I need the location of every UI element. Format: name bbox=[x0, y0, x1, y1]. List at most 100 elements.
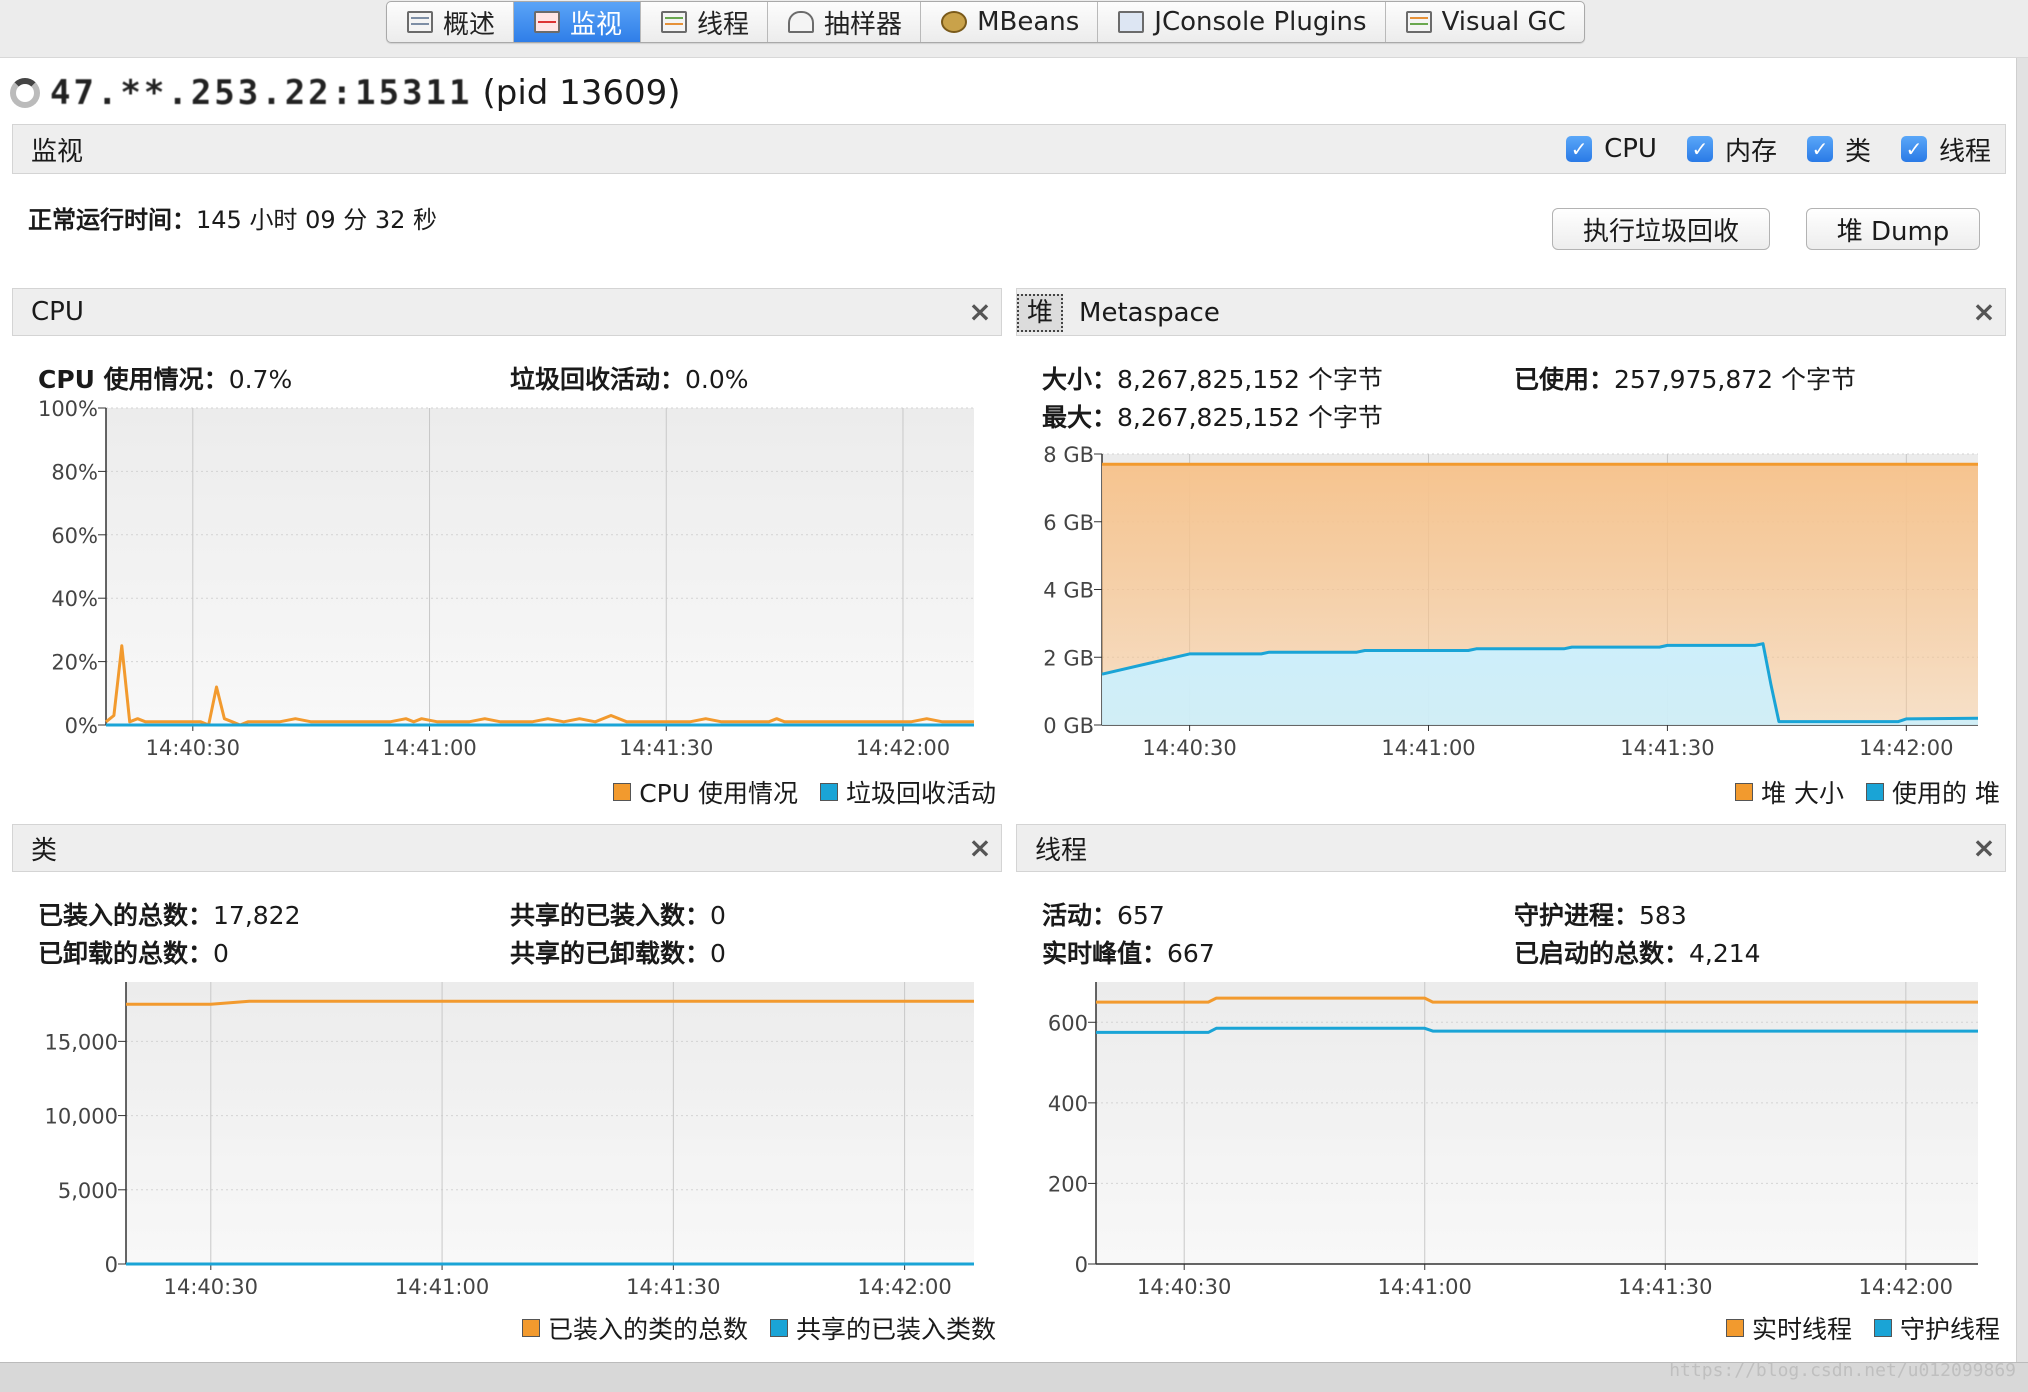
tab-label: 线程 bbox=[697, 9, 750, 40]
y-tick-label: 0 bbox=[105, 1253, 118, 1277]
sampler-icon bbox=[786, 9, 816, 35]
toggle-memory[interactable]: ✓ 内存 bbox=[1686, 131, 1777, 168]
checkbox-checked-icon[interactable]: ✓ bbox=[1900, 136, 1927, 162]
watermark: https://blog.csdn.net/u012099869 bbox=[1669, 1360, 2016, 1381]
legend-label: 堆 大小 bbox=[1761, 779, 1845, 808]
threads-icon bbox=[659, 9, 689, 35]
y-tick-label: 8 GB bbox=[1043, 443, 1094, 467]
x-tick-label: 14:41:00 bbox=[382, 736, 476, 758]
tab-overview[interactable]: 概述 bbox=[387, 2, 515, 42]
toggle-threads[interactable]: ✓ 线程 bbox=[1900, 131, 1991, 168]
checkbox-checked-icon[interactable]: ✓ bbox=[1686, 136, 1713, 162]
legend-label: 使用的 堆 bbox=[1892, 779, 2000, 808]
x-tick-label: 14:42:00 bbox=[857, 1275, 951, 1294]
x-tick-label: 14:41:30 bbox=[619, 736, 713, 758]
x-tick-label: 14:40:30 bbox=[1142, 736, 1236, 758]
legend-swatch bbox=[1866, 783, 1885, 801]
tab-jconsole-plugins[interactable]: JConsole Plugins bbox=[1098, 2, 1386, 42]
uptime-value: 145 小时 09 分 32 秒 bbox=[196, 206, 438, 234]
classes-legend: 已装入的类的总数 共享的已装入类数 bbox=[521, 1310, 996, 1346]
y-tick-label: 2 GB bbox=[1043, 646, 1094, 670]
perform-gc-button[interactable]: 执行垃圾回收 bbox=[1552, 208, 1770, 250]
x-tick-label: 14:41:00 bbox=[1378, 1275, 1472, 1294]
toggle-label: 类 bbox=[1844, 136, 1871, 167]
legend-swatch bbox=[1873, 1319, 1892, 1337]
legend-label: 已装入的类的总数 bbox=[547, 1315, 748, 1344]
tab-sampler[interactable]: 抽样器 bbox=[768, 2, 922, 42]
y-tick-label: 20% bbox=[51, 651, 98, 675]
toggle-label: 内存 bbox=[1724, 136, 1777, 167]
y-tick-label: 600 bbox=[1048, 1011, 1088, 1035]
tab-bar: 概述 监视 线程 抽样器 MBeans JConsole Plugins Vis… bbox=[386, 1, 1585, 43]
uptime: 正常运行时间：145 小时 09 分 32 秒 bbox=[28, 200, 437, 235]
legend-label: 实时线程 bbox=[1751, 1315, 1852, 1344]
vertical-scrollbar[interactable] bbox=[2016, 58, 2028, 1362]
tab-label: Visual GC bbox=[1441, 7, 1566, 37]
legend-swatch bbox=[1725, 1319, 1744, 1337]
legend-item: CPU 使用情况 bbox=[613, 774, 798, 810]
legend-item: 已装入的类的总数 bbox=[521, 1310, 748, 1346]
y-tick-label: 4 GB bbox=[1043, 579, 1094, 603]
threads-chart: 0 200 400 600 14:40:30 14:41:00 14:41:30 14:42:… bbox=[1048, 982, 1978, 1294]
pid-label: (pid 13609) bbox=[482, 73, 681, 113]
toggle-label: CPU bbox=[1604, 134, 1657, 164]
plot-area bbox=[1096, 982, 1978, 1264]
tab-threads[interactable]: 线程 bbox=[641, 2, 769, 42]
legend-swatch bbox=[1735, 783, 1754, 801]
x-tick-label: 14:41:30 bbox=[1618, 1275, 1712, 1294]
tab-label: 概述 bbox=[443, 9, 496, 40]
monitor-section-header: 监视 ✓ CPU ✓ 内存 ✓ 类 ✓ 线程 bbox=[12, 124, 2006, 174]
x-tick-label: 14:40:30 bbox=[164, 1275, 258, 1294]
threads-panel: 线程 × 活动：657 守护进程：583 实时峰值：667 已启动的总数：4,21… bbox=[1016, 824, 2006, 1356]
x-tick-label: 14:41:00 bbox=[1381, 736, 1475, 758]
y-tick-label: 15,000 bbox=[45, 1030, 118, 1054]
tab-label: 监视 bbox=[570, 9, 623, 40]
heap-chart: 0 GB 2 GB 4 GB 6 GB 8 GB 14:40:30 14:41:00 14:4… bbox=[1043, 443, 1979, 758]
legend-swatch bbox=[819, 783, 838, 801]
tab-label: 抽样器 bbox=[824, 9, 903, 40]
threads-legend: 实时线程 守护线程 bbox=[1725, 1310, 2000, 1346]
y-tick-label: 6 GB bbox=[1043, 511, 1094, 535]
toggle-classes[interactable]: ✓ 类 bbox=[1806, 131, 1871, 168]
y-tick-label: 0 bbox=[1075, 1253, 1088, 1277]
y-tick-label: 200 bbox=[1048, 1172, 1088, 1196]
classes-panel: 类 × 已装入的总数：17,822 共享的已装入数：0 已卸载的总数：0 共享的已… bbox=[12, 824, 1002, 1356]
overview-icon bbox=[405, 9, 435, 35]
legend-item: 堆 大小 bbox=[1735, 774, 1844, 810]
jconsole-icon bbox=[1116, 9, 1146, 35]
plot-area bbox=[126, 982, 974, 1264]
tab-visual-gc[interactable]: Visual GC bbox=[1386, 2, 1584, 42]
legend-item: 共享的已装入类数 bbox=[769, 1310, 996, 1346]
legend-item: 垃圾回收活动 bbox=[819, 774, 996, 810]
cpu-chart: 0% 20% 40% 60% 80% 100% 14:40:30 14:41:00 14:41:… bbox=[38, 397, 974, 758]
checkbox-checked-icon[interactable]: ✓ bbox=[1806, 136, 1833, 162]
legend-label: 守护线程 bbox=[1899, 1315, 2000, 1344]
toggle-cpu[interactable]: ✓ CPU bbox=[1566, 134, 1657, 164]
tab-mbeans[interactable]: MBeans bbox=[921, 2, 1099, 42]
legend-swatch bbox=[613, 783, 632, 801]
legend-item: 守护线程 bbox=[1873, 1310, 2000, 1346]
monitor-heading: 监视 bbox=[31, 136, 84, 167]
legend-swatch bbox=[769, 1319, 788, 1337]
cpu-legend: CPU 使用情况 垃圾回收活动 bbox=[613, 774, 996, 810]
mbeans-icon bbox=[939, 9, 969, 35]
tab-monitor[interactable]: 监视 bbox=[514, 2, 642, 42]
x-tick-label: 14:42:00 bbox=[856, 736, 950, 758]
legend-swatch bbox=[521, 1319, 540, 1337]
y-tick-label: 400 bbox=[1048, 1092, 1088, 1116]
legend-item: 使用的 堆 bbox=[1866, 774, 2000, 810]
x-tick-label: 14:41:00 bbox=[395, 1275, 489, 1294]
cpu-panel: CPU × CPU 使用情况：0.7% 垃圾回收活动：0.0% 0% 20% 40% 6… bbox=[12, 288, 1002, 818]
checkbox-checked-icon[interactable]: ✓ bbox=[1566, 136, 1593, 162]
loading-spinner-icon bbox=[10, 78, 40, 108]
y-tick-label: 0% bbox=[65, 714, 98, 738]
x-tick-label: 14:40:30 bbox=[146, 736, 240, 758]
tab-label: MBeans bbox=[977, 7, 1080, 37]
legend-item: 实时线程 bbox=[1725, 1310, 1852, 1346]
tab-label: JConsole Plugins bbox=[1154, 7, 1367, 37]
plot-area bbox=[106, 408, 974, 725]
monitor-icon bbox=[532, 9, 562, 35]
y-tick-label: 40% bbox=[51, 587, 98, 611]
legend-label: CPU 使用情况 bbox=[639, 779, 798, 808]
heap-dump-button[interactable]: 堆 Dump bbox=[1806, 208, 1980, 250]
